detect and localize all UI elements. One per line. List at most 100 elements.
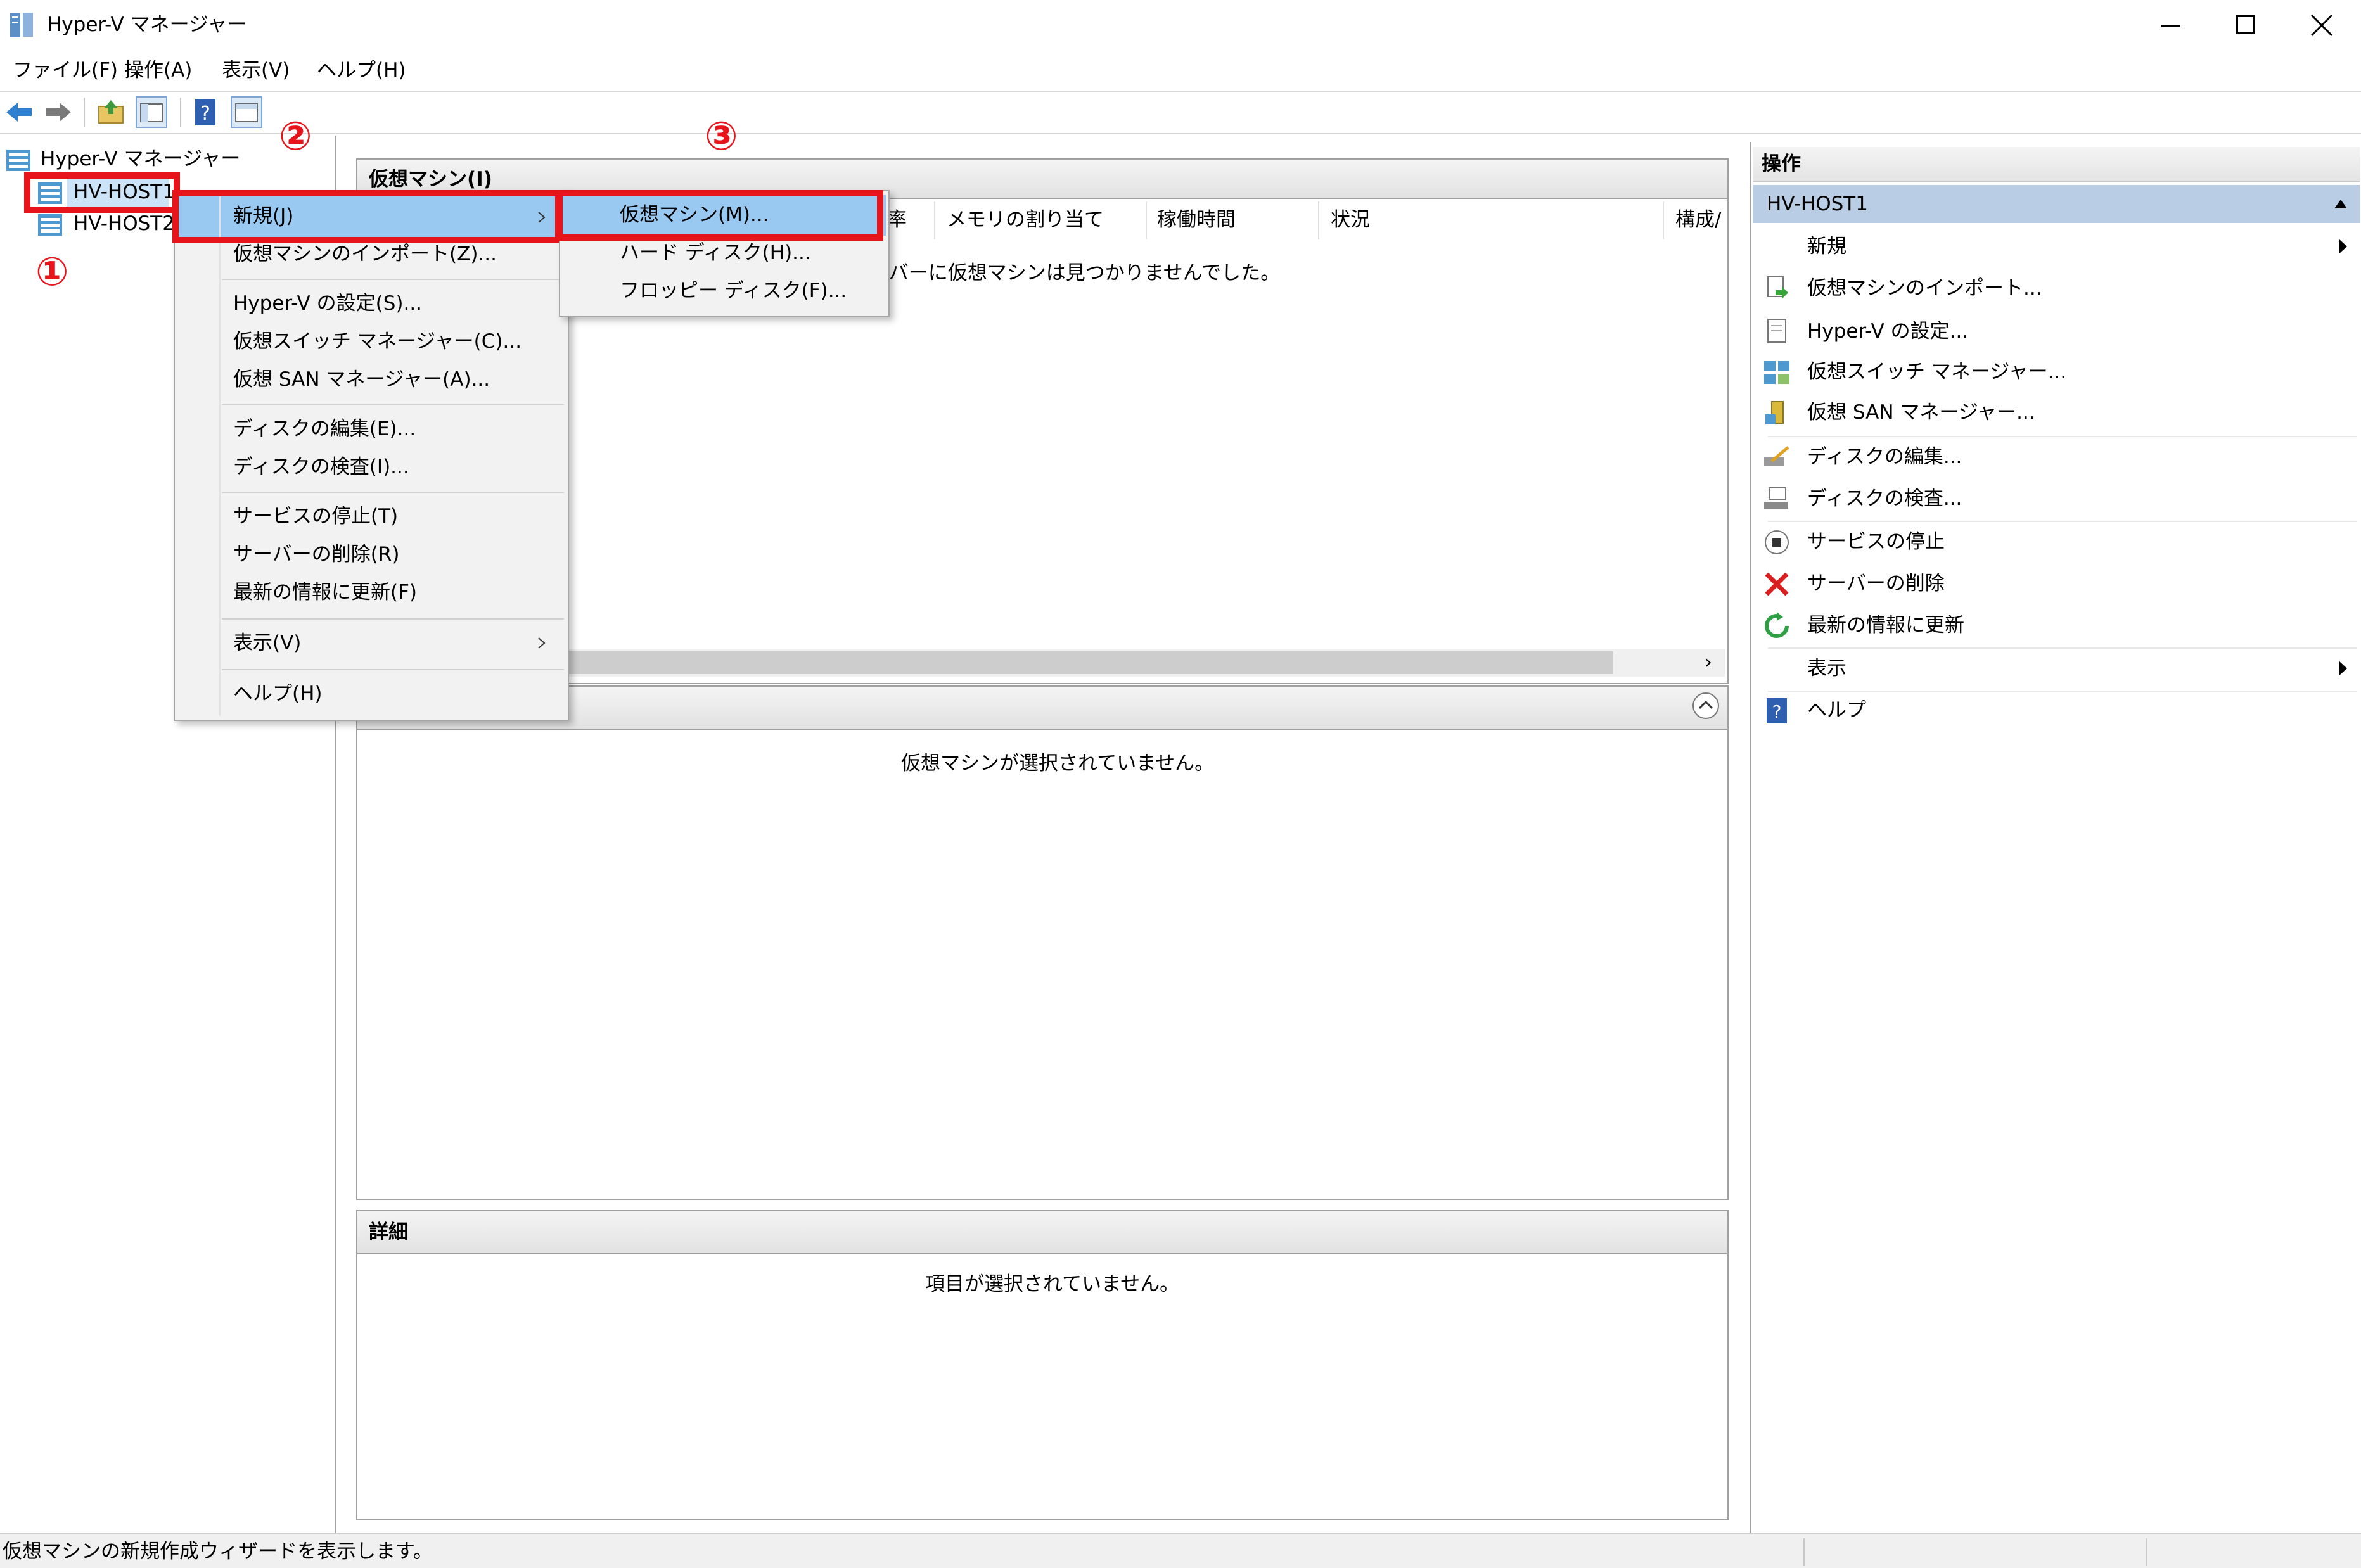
details-panel-header: 詳細 bbox=[357, 1211, 1727, 1254]
action-stop-service[interactable]: サービスの停止 bbox=[1807, 530, 1945, 554]
toolbar-separator bbox=[84, 98, 85, 127]
status-bar: 仮想マシンの新規作成ウィザードを表示します。 bbox=[0, 1533, 2361, 1568]
collapse-panel-icon[interactable] bbox=[1691, 691, 1721, 721]
ctx-hyperv-settings[interactable]: Hyper-V の設定(S)... bbox=[233, 291, 422, 316]
ctx-san-manager[interactable]: 仮想 SAN マネージャー(A)... bbox=[233, 367, 490, 392]
actions-header: 操作 bbox=[1753, 147, 2360, 182]
annotation-highlight-host1 bbox=[24, 172, 180, 213]
settings-page-icon bbox=[1767, 319, 1786, 343]
status-separator bbox=[1803, 1538, 1805, 1566]
minimize-button[interactable] bbox=[2133, 0, 2209, 52]
actions-host-section[interactable]: HV-HOST1 bbox=[1753, 185, 2360, 223]
details-panel-title: 詳細 bbox=[369, 1221, 408, 1244]
ctx-separator bbox=[222, 404, 564, 405]
checkpoints-empty-message: 仮想マシンが選択されていません。 bbox=[901, 752, 1215, 775]
virtual-switch-icon bbox=[1764, 361, 1789, 384]
action-view[interactable]: 表示 bbox=[1807, 656, 1846, 680]
action-separator bbox=[1768, 691, 2357, 692]
ctx-inspect-disk[interactable]: ディスクの検査(I)... bbox=[233, 455, 409, 479]
actions-pane bbox=[1750, 142, 2361, 1533]
vm-empty-message: ーバーに仮想マシンは見つかりませんでした。 bbox=[869, 262, 1281, 284]
column-header-uptime[interactable]: 稼働時間 bbox=[1157, 208, 1236, 232]
column-header-status[interactable]: 状況 bbox=[1331, 208, 1370, 232]
collapse-up-icon[interactable] bbox=[2333, 198, 2348, 210]
san-manager-icon bbox=[1765, 401, 1784, 424]
action-import-vm[interactable]: 仮想マシンのインポート... bbox=[1807, 276, 2042, 300]
hyperv-manager-tree-icon bbox=[6, 150, 30, 171]
action-virtual-switch-manager[interactable]: 仮想スイッチ マネージャー... bbox=[1807, 360, 2066, 384]
remove-server-icon bbox=[1765, 572, 1789, 596]
up-folder-icon[interactable] bbox=[95, 96, 127, 128]
submenu-arrow-icon bbox=[2339, 661, 2347, 675]
svg-text:?: ? bbox=[1772, 701, 1782, 722]
menu-action[interactable]: 操作(A) bbox=[124, 58, 192, 82]
column-header-cpu[interactable]: 率 bbox=[887, 208, 907, 232]
annotation-highlight-vm bbox=[556, 190, 883, 241]
status-separator bbox=[2146, 1538, 2147, 1566]
ctx-stop-service[interactable]: サービスの停止(T) bbox=[233, 504, 398, 528]
action-separator bbox=[1768, 647, 2357, 649]
menu-view[interactable]: 表示(V) bbox=[222, 58, 290, 82]
refresh-icon bbox=[1765, 612, 1789, 638]
inspect-disk-icon bbox=[1764, 487, 1788, 509]
tree-root-hyperv-manager[interactable]: Hyper-V マネージャー bbox=[41, 147, 240, 171]
close-icon bbox=[2310, 14, 2333, 37]
annotation-step-3: ③ bbox=[705, 113, 738, 159]
svg-text:?: ? bbox=[200, 103, 210, 125]
ctx-separator bbox=[222, 279, 564, 280]
action-edit-disk[interactable]: ディスクの編集... bbox=[1807, 445, 1962, 469]
scroll-right-icon[interactable]: › bbox=[1696, 650, 1721, 675]
action-refresh[interactable]: 最新の情報に更新 bbox=[1807, 613, 1964, 637]
import-icon bbox=[1767, 276, 1788, 299]
maximize-icon bbox=[2236, 15, 2255, 34]
hyperv-app-icon bbox=[10, 13, 33, 37]
annotation-step-2: ② bbox=[279, 113, 312, 159]
action-inspect-disk[interactable]: ディスクの検査... bbox=[1807, 487, 1962, 511]
menu-file[interactable]: ファイル(F) bbox=[13, 58, 118, 82]
maximize-button[interactable] bbox=[2209, 0, 2285, 52]
forward-arrow-icon[interactable] bbox=[42, 96, 74, 128]
action-san-manager[interactable]: 仮想 SAN マネージャー... bbox=[1807, 400, 2035, 424]
ctx-virtual-switch-manager[interactable]: 仮想スイッチ マネージャー(C)... bbox=[233, 329, 521, 354]
annotation-step-1: ① bbox=[35, 248, 69, 295]
tree-item-hv-host2[interactable]: HV-HOST2 bbox=[74, 212, 175, 236]
action-remove-server[interactable]: サーバーの削除 bbox=[1807, 571, 1945, 596]
ctx-refresh[interactable]: 最新の情報に更新(F) bbox=[233, 580, 417, 604]
column-separator bbox=[1663, 201, 1664, 239]
status-text: 仮想マシンの新規作成ウィザードを表示します。 bbox=[3, 1540, 433, 1563]
title-bar: Hyper-V マネージャー bbox=[0, 0, 2361, 52]
ctx-help[interactable]: ヘルプ(H) bbox=[233, 682, 323, 706]
ctx-edit-disk[interactable]: ディスクの編集(E)... bbox=[233, 417, 416, 441]
column-header-memory[interactable]: メモリの割り当て bbox=[947, 208, 1104, 232]
minimize-icon bbox=[2161, 25, 2180, 27]
submenu-chevron-icon bbox=[538, 637, 546, 649]
column-header-config[interactable]: 構成/ bbox=[1675, 208, 1721, 232]
action-hyperv-settings[interactable]: Hyper-V の設定... bbox=[1807, 319, 1968, 343]
help-icon: ? bbox=[1767, 698, 1787, 723]
submenu-arrow-icon bbox=[2339, 239, 2347, 253]
ctx-view[interactable]: 表示(V) bbox=[233, 631, 301, 655]
vm-panel-title: 仮想マシン(I) bbox=[369, 168, 492, 191]
stop-service-icon bbox=[1765, 530, 1789, 554]
hyperv-manager-window: Hyper-V マネージャー ファイル(F) 操作(A) 表示(V) ヘルプ(H… bbox=[0, 0, 2361, 1568]
submenu-new-floppy-disk[interactable]: フロッピー ディスク(F)... bbox=[620, 279, 847, 303]
show-hide-action-pane-icon[interactable] bbox=[231, 96, 262, 128]
close-button[interactable] bbox=[2285, 0, 2361, 52]
action-new[interactable]: 新規 bbox=[1807, 234, 1846, 258]
action-help[interactable]: ヘルプ bbox=[1807, 698, 1866, 722]
ctx-import-vm[interactable]: 仮想マシンのインポート(Z)... bbox=[233, 242, 497, 266]
ctx-remove-server[interactable]: サーバーの削除(R) bbox=[233, 542, 399, 566]
submenu-new-hard-disk[interactable]: ハード ディスク(H)... bbox=[620, 241, 811, 265]
menu-help[interactable]: ヘルプ(H) bbox=[317, 58, 406, 82]
column-separator bbox=[1146, 201, 1147, 239]
ctx-separator bbox=[222, 492, 564, 493]
context-menu-gutter bbox=[219, 196, 221, 716]
show-hide-console-tree-icon[interactable] bbox=[136, 96, 167, 128]
edit-disk-icon bbox=[1764, 446, 1789, 466]
actions-host-label: HV-HOST1 bbox=[1767, 193, 1868, 215]
ctx-separator bbox=[222, 669, 564, 670]
column-separator bbox=[1318, 201, 1319, 239]
annotation-highlight-new bbox=[172, 190, 561, 243]
back-arrow-icon[interactable] bbox=[4, 96, 35, 128]
help-icon[interactable]: ? bbox=[190, 96, 222, 128]
